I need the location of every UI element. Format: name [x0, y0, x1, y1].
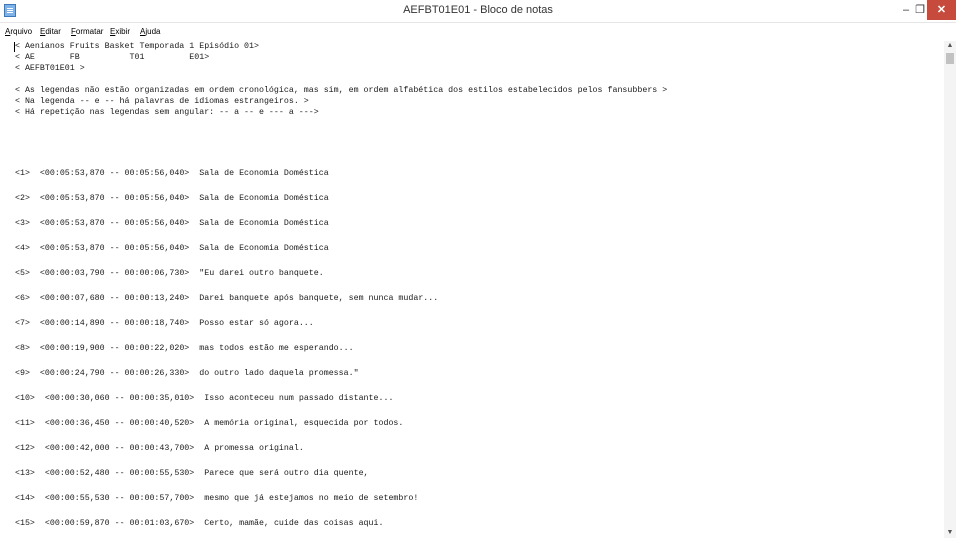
subtitle-line: <12> <00:00:42,000 -- 00:00:43,700> A pr…: [15, 444, 304, 454]
subtitle-timecode: <00:00:24,790 -- 00:00:26,330>: [39, 369, 190, 378]
menu-editar[interactable]: Editar: [40, 27, 61, 36]
subtitle-timecode: <00:05:53,870 -- 00:05:56,040>: [39, 219, 190, 228]
header-line: < AE FB T01 E01>: [15, 53, 210, 62]
subtitle-text: Isso aconteceu num passado distante...: [204, 394, 394, 403]
vertical-scrollbar[interactable]: ▲ ▼: [944, 41, 956, 538]
subtitle-line: <7> <00:00:14,890 -- 00:00:18,740> Posso…: [15, 319, 314, 329]
subtitle-line: <13> <00:00:52,480 -- 00:00:55,530> Pare…: [15, 469, 369, 479]
menu-formatar[interactable]: Formatar: [71, 27, 103, 36]
close-button[interactable]: ✕: [927, 0, 956, 20]
subtitle-text: mesmo que já estejamos no meio de setemb…: [204, 494, 419, 503]
text-editor[interactable]: < Aenianos Fruits Basket Temporada 1 Epi…: [0, 41, 944, 538]
menu-ajuda[interactable]: Ajuda: [140, 27, 160, 36]
subtitle-text: Parece que será outro dia quente,: [204, 469, 369, 478]
subtitle-line: <1> <00:05:53,870 -- 00:05:56,040> Sala …: [15, 169, 329, 179]
subtitle-line: <9> <00:00:24,790 -- 00:00:26,330> do ou…: [15, 369, 359, 379]
subtitle-timecode: <00:00:03,790 -- 00:00:06,730>: [39, 269, 190, 278]
subtitle-number: <12>: [15, 444, 35, 453]
minimize-button[interactable]: –: [899, 0, 913, 20]
subtitle-number: <15>: [15, 519, 35, 528]
subtitle-number: <5>: [15, 269, 30, 278]
header-line: < Há repetição nas legendas sem angular:…: [15, 108, 319, 117]
subtitle-timecode: <00:05:53,870 -- 00:05:56,040>: [39, 244, 190, 253]
header-line: < AEFBT01E01 >: [15, 64, 85, 73]
subtitle-timecode: <00:00:14,890 -- 00:00:18,740>: [39, 319, 190, 328]
subtitle-timecode: <00:00:07,680 -- 00:00:13,240>: [39, 294, 190, 303]
subtitle-line: <2> <00:05:53,870 -- 00:05:56,040> Sala …: [15, 194, 329, 204]
window-title: AEFBT01E01 - Bloco de notas: [403, 4, 553, 16]
subtitle-timecode: <00:00:30,060 -- 00:00:35,010>: [44, 394, 195, 403]
subtitle-timecode: <00:00:55,530 -- 00:00:57,700>: [44, 494, 195, 503]
subtitle-text: Posso estar só agora...: [199, 319, 314, 328]
subtitle-text: mas todos estão me esperando...: [199, 344, 354, 353]
subtitle-number: <9>: [15, 369, 30, 378]
subtitle-number: <4>: [15, 244, 30, 253]
subtitle-number: <1>: [15, 169, 30, 178]
subtitle-number: <2>: [15, 194, 30, 203]
subtitle-timecode: <00:00:42,000 -- 00:00:43,700>: [44, 444, 195, 453]
subtitle-line: <4> <00:05:53,870 -- 00:05:56,040> Sala …: [15, 244, 329, 254]
scroll-up-arrow-icon[interactable]: ▲: [944, 41, 956, 51]
subtitle-text: Sala de Economia Doméstica: [199, 244, 329, 253]
subtitle-line: <15> <00:00:59,870 -- 00:01:03,670> Cert…: [15, 519, 383, 529]
header-line: < As legendas não estão organizadas em o…: [15, 86, 668, 95]
scroll-down-arrow-icon[interactable]: ▼: [944, 528, 956, 538]
subtitle-number: <7>: [15, 319, 30, 328]
subtitle-timecode: <00:00:59,870 -- 00:01:03,670>: [44, 519, 195, 528]
subtitle-number: <10>: [15, 394, 35, 403]
subtitle-line: <10> <00:00:30,060 -- 00:00:35,010> Isso…: [15, 394, 393, 404]
menu-bar: Arquivo Editar Formatar Exibir Ajuda: [0, 23, 956, 39]
subtitle-number: <8>: [15, 344, 30, 353]
subtitle-line: <14> <00:00:55,530 -- 00:00:57,700> mesm…: [15, 494, 418, 504]
subtitle-timecode: <00:05:53,870 -- 00:05:56,040>: [39, 169, 190, 178]
menu-exibir[interactable]: Exibir: [110, 27, 130, 36]
subtitle-text: A promessa original.: [204, 444, 304, 453]
subtitle-text: Sala de Economia Doméstica: [199, 169, 329, 178]
subtitle-number: <13>: [15, 469, 35, 478]
subtitle-number: <14>: [15, 494, 35, 503]
subtitle-timecode: <00:05:53,870 -- 00:05:56,040>: [39, 194, 190, 203]
subtitle-text: Certo, mamãe, cuide das coisas aqui.: [204, 519, 384, 528]
subtitle-text: Darei banquete após banquete, sem nunca …: [199, 294, 439, 303]
scroll-thumb[interactable]: [946, 53, 954, 64]
subtitle-text: do outro lado daquela promessa.": [199, 369, 359, 378]
menu-arquivo[interactable]: Arquivo: [5, 27, 32, 36]
subtitle-line: <11> <00:00:36,450 -- 00:00:40,520> A me…: [15, 419, 403, 429]
subtitle-text: Sala de Economia Doméstica: [199, 219, 329, 228]
subtitle-timecode: <00:00:36,450 -- 00:00:40,520>: [44, 419, 195, 428]
subtitle-number: <6>: [15, 294, 30, 303]
subtitle-text: Sala de Economia Doméstica: [199, 194, 329, 203]
maximize-button[interactable]: ❐: [913, 0, 927, 20]
title-bar[interactable]: AEFBT01E01 - Bloco de notas – ❐ ✕: [0, 0, 956, 23]
subtitle-text: "Eu darei outro banquete.: [199, 269, 324, 278]
subtitle-line: <6> <00:00:07,680 -- 00:00:13,240> Darei…: [15, 294, 438, 304]
subtitle-line: <5> <00:00:03,790 -- 00:00:06,730> "Eu d…: [15, 269, 324, 279]
header-line: < Na legenda -- e -- há palavras de idio…: [15, 97, 309, 106]
subtitle-line: <3> <00:05:53,870 -- 00:05:56,040> Sala …: [15, 219, 329, 229]
subtitle-line: <8> <00:00:19,900 -- 00:00:22,020> mas t…: [15, 344, 354, 354]
header-line: < Aenianos Fruits Basket Temporada 1 Epi…: [15, 42, 259, 51]
subtitle-text: A memória original, esquecida por todos.: [204, 419, 404, 428]
subtitle-timecode: <00:00:19,900 -- 00:00:22,020>: [39, 344, 190, 353]
subtitle-timecode: <00:00:52,480 -- 00:00:55,530>: [44, 469, 195, 478]
subtitle-number: <11>: [15, 419, 35, 428]
subtitle-number: <3>: [15, 219, 30, 228]
